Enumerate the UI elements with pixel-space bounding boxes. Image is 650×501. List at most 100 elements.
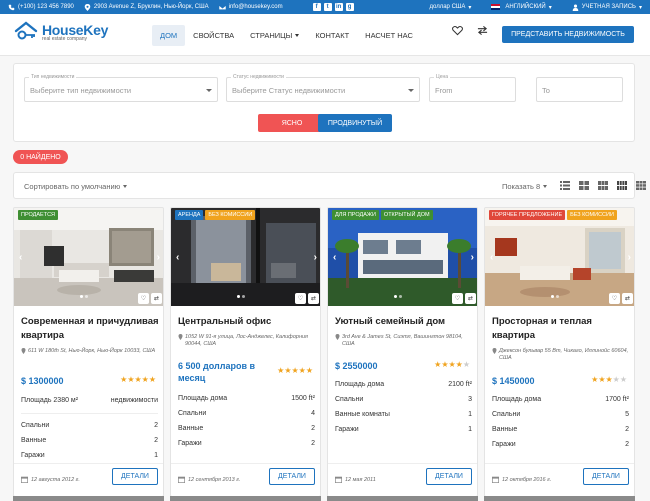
twitter-icon[interactable]: t [323,3,332,11]
property-title[interactable]: Уютный семейный дом [335,315,475,329]
property-card[interactable]: ДЛЯ ПРОДАЖИ ОТКРЫТЫЙ ДОМ ‹ › ♡ ⇄ Уютный … [327,207,478,497]
compare-arrows-icon[interactable]: ⇄ [622,293,633,304]
details-button[interactable]: ДЕТАЛИ [112,468,158,485]
nav-home[interactable]: ДОМ [152,25,186,46]
garages-label: Гаражи [178,440,202,447]
property-status-label: Статус недвижимости [231,74,286,80]
status-badge[interactable]: ГОРЯЧЕЕ ПРЕДЛОЖЕНИЕ [489,210,566,220]
grid-3-view-icon[interactable] [598,181,608,190]
phone-contact[interactable]: (+100) 123 456 7890 [8,4,74,11]
calendar-icon [335,476,342,483]
chevron-left-icon[interactable]: ‹ [19,252,22,263]
user-icon [572,4,579,11]
property-card[interactable]: ПРОДАЕТСЯ ‹ › ♡ ⇄ Современная и причудли… [13,207,164,497]
chevron-right-icon[interactable]: › [471,252,474,263]
chevron-left-icon[interactable]: ‹ [176,252,179,263]
nav-contact[interactable]: КОНТАКТ [307,25,357,46]
language-dropdown[interactable]: АНГЛИЙСКИЙ ▾ [491,4,552,11]
map-pin-icon [178,334,183,340]
chevron-down-icon [206,89,212,92]
calendar-icon [492,476,499,483]
garages-value: 1 [468,426,472,433]
compare-arrows-icon[interactable]: ⇄ [308,293,319,304]
chevron-left-icon[interactable]: ‹ [490,252,493,263]
compare-arrows-icon[interactable] [477,25,488,36]
details-button[interactable]: ДЕТАЛИ [583,468,629,485]
bathrooms-label: Ванные [21,437,47,444]
heart-icon[interactable]: ♡ [609,293,620,304]
email-contact[interactable]: info@housekey.com [218,4,283,11]
label-badge[interactable]: БЕЗ КОМИССИИ [567,210,617,220]
property-photo[interactable]: ПРОДАЕТСЯ ‹ › ♡ ⇄ [14,208,163,306]
card-footer: 12 сентября 2013 г. ДЕТАЛИ [171,463,320,496]
account-dropdown[interactable]: УЧЕТНАЯ ЗАПИСЬ ▾ [572,4,642,11]
price-label: Цена [434,74,451,80]
property-card[interactable]: ГОРЯЧЕЕ ПРЕДЛОЖЕНИЕ БЕЗ КОМИССИИ ‹ › ♡ ⇄… [484,207,635,497]
property-type-select[interactable]: Тип недвижимости Выберите тип недвижимос… [24,74,218,102]
chevron-down-icon [543,185,548,188]
area-label: Площадь 2380 м² [21,397,79,404]
details-button[interactable]: ДЕТАЛИ [426,468,472,485]
chevron-down-icon: ▾ [548,4,552,11]
next-card-peek [327,496,478,501]
chevron-right-icon[interactable]: › [157,252,160,263]
bedrooms-row: Спальни 4 [178,410,315,417]
property-photo[interactable]: ДЛЯ ПРОДАЖИ ОТКРЫТЫЙ ДОМ ‹ › ♡ ⇄ [328,208,477,306]
label-badge[interactable]: ОТКРЫТЫЙ ДОМ [380,210,433,220]
nav-about[interactable]: НАСЧЕТ НАС [357,25,421,46]
bathrooms-value: 2 [154,437,158,444]
status-badge[interactable]: АРЕНДА [175,210,204,220]
office-photo [171,208,320,306]
property-address: 3rd Ave & James St, Сиэтл, Вашингтон 981… [335,334,475,348]
listing-date: 12 августа 2012 г. [21,476,80,483]
submit-property-button[interactable]: ПРЕДСТАВИТЬ НЕДВИЖИМОСТЬ [502,26,634,43]
apartment-photo [485,208,634,306]
area-row: Площадь дома 1700 ft² [492,396,629,403]
garages-row: Гаражи 2 [492,441,629,448]
price-from-input[interactable]: Цена From [429,74,516,102]
list-view-icon[interactable] [560,181,570,190]
property-title[interactable]: Современная и причудливая квартира [21,315,161,343]
chevron-right-icon[interactable]: › [628,252,631,263]
clear-button[interactable]: ЯСНО [258,114,326,132]
nav-properties[interactable]: СВОЙСТВА [185,25,242,46]
status-badge[interactable]: ДЛЯ ПРОДАЖИ [332,210,379,220]
heart-icon[interactable]: ♡ [452,293,463,304]
listing-date-text: 12 октября 2016 г. [502,476,552,483]
facebook-icon[interactable]: f [312,3,321,11]
calendar-icon [21,476,28,483]
compare-arrows-icon[interactable]: ⇄ [151,293,162,304]
heart-icon[interactable]: ♡ [295,293,306,304]
badge-group: ДЛЯ ПРОДАЖИ ОТКРЫТЫЙ ДОМ [332,210,433,220]
price-to-input[interactable]: To [536,77,623,102]
property-card[interactable]: АРЕНДА БЕЗ КОМИССИИ ‹ › ♡ ⇄ Центральный … [170,207,321,497]
property-status-select[interactable]: Статус недвижимости Выберите Статус недв… [226,74,420,102]
status-badge[interactable]: ПРОДАЕТСЯ [18,210,59,220]
grid-large-view-icon[interactable] [636,181,646,190]
bathrooms-value: 2 [625,426,629,433]
slider-dots [394,295,402,298]
heart-icon[interactable]: ♡ [138,293,149,304]
per-page-dropdown[interactable]: Показать 8 [502,182,548,191]
currency-dropdown[interactable]: доллар США ▾ [430,4,472,11]
grid-4-view-icon[interactable] [617,181,627,190]
linkedin-icon[interactable]: in [334,3,343,11]
chevron-right-icon[interactable]: › [314,252,317,263]
property-photo[interactable]: АРЕНДА БЕЗ КОМИССИИ ‹ › ♡ ⇄ [171,208,320,306]
chevron-left-icon[interactable]: ‹ [333,252,336,263]
property-title[interactable]: Центральный офис [178,315,318,329]
slider-dots [551,295,559,298]
nav-pages[interactable]: СТРАНИЦЫ [242,25,307,46]
sort-dropdown[interactable]: Сортировать по умолчанию [24,182,128,191]
compare-arrows-icon[interactable]: ⇄ [465,293,476,304]
google-plus-icon[interactable]: g [345,3,354,11]
grid-2-view-icon[interactable] [579,181,589,190]
property-photo[interactable]: ГОРЯЧЕЕ ПРЕДЛОЖЕНИЕ БЕЗ КОМИССИИ ‹ › ♡ ⇄ [485,208,634,306]
advanced-search-button[interactable]: ПРОДВИНУТЫЙ [318,114,392,132]
label-badge[interactable]: БЕЗ КОМИССИИ [205,210,256,220]
heart-icon[interactable] [452,25,463,36]
nav-pages-label: СТРАНИЦЫ [250,31,293,40]
property-title[interactable]: Просторная и теплая квартира [492,315,632,343]
logo[interactable]: HouseKey real estate company [13,21,108,43]
details-button[interactable]: ДЕТАЛИ [269,468,315,485]
